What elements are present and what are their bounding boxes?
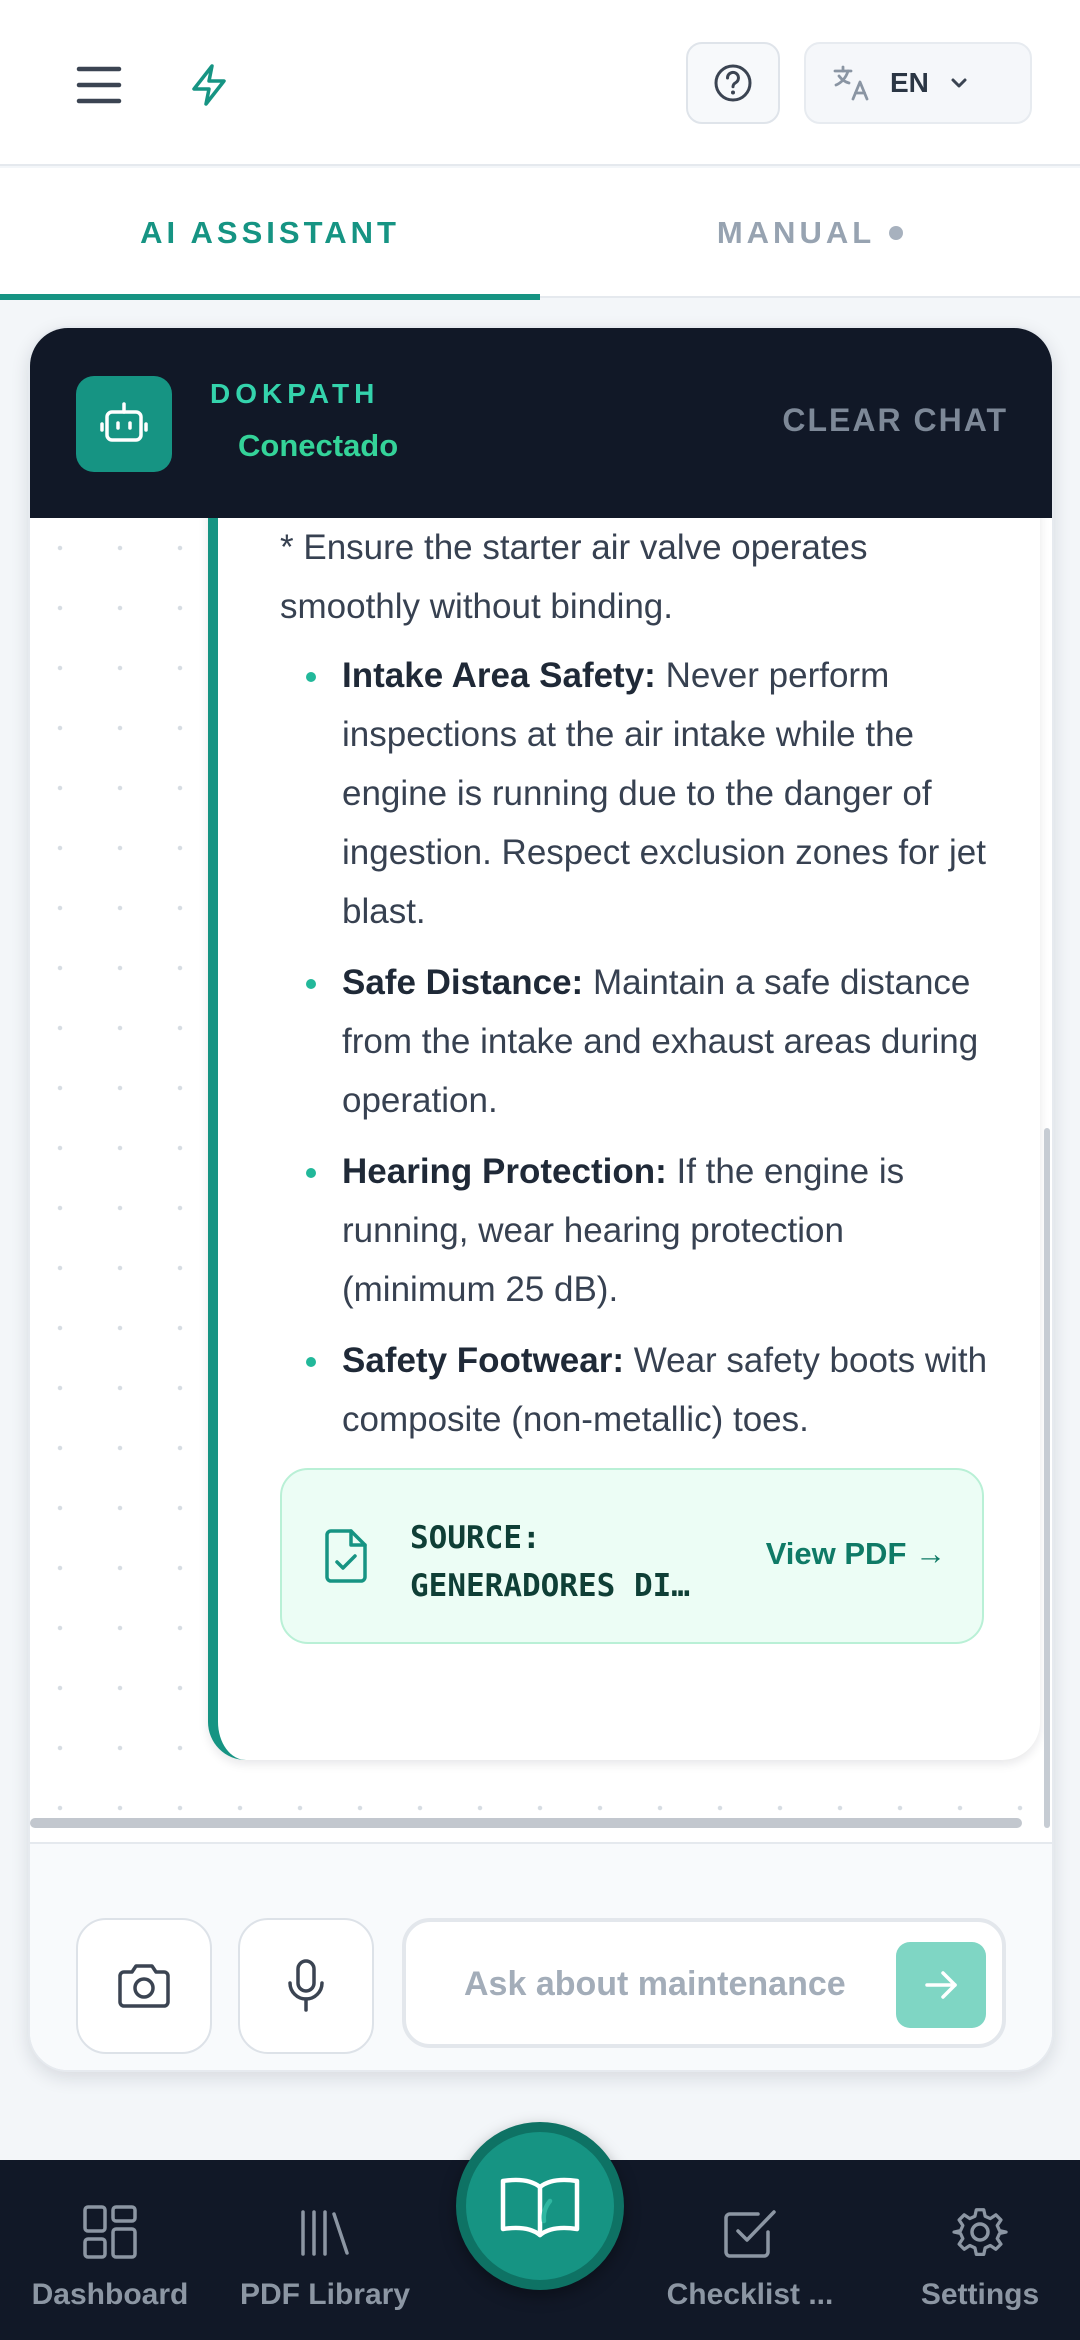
nav-settings[interactable]: Settings [900,2160,1060,2340]
message-composer [30,1842,1052,2070]
hamburger-menu-icon[interactable] [62,48,136,122]
assistant-message: * Ensure the starter air valve operates … [208,518,1040,1760]
list-item: Safety Footwear: Wear safety boots with … [280,1331,990,1449]
language-code: EN [890,67,929,98]
chat-header: DOKPATH Conectado CLEAR CHAT [30,328,1052,518]
document-check-icon [325,1529,367,1583]
chevron-down-icon [951,78,967,88]
help-button[interactable] [686,42,780,124]
tab-label: AI ASSISTANT [140,215,400,250]
view-tabs: AI ASSISTANT MANUAL [0,168,1080,300]
item-title: Hearing Protection: [342,1152,667,1191]
item-title: Safe Distance: [342,963,584,1002]
camera-button[interactable] [76,1918,212,2054]
source-document-name: GENERADORES DI… [410,1568,690,1604]
vertical-scrollbar[interactable] [1044,1128,1050,1828]
message-list: Intake Area Safety: Never perform inspec… [280,646,990,1449]
view-pdf-link[interactable]: View PDF → [766,1536,946,1572]
connection-status: Conectado [238,428,399,463]
lightning-bolt-icon[interactable] [172,48,246,122]
chat-input-wrapper [402,1918,1006,2048]
arrow-right-icon [925,1971,957,1999]
nav-label: Settings [920,2278,1040,2311]
chat-panel: DOKPATH Conectado CLEAR CHAT * Ensure th… [28,326,1054,2072]
microphone-icon [288,1959,324,2012]
source-label: SOURCE: GENERADORES DI… [410,1514,730,1610]
library-icon [301,2210,349,2256]
list-item: Intake Area Safety: Never perform inspec… [280,646,990,941]
nav-label: Checklist ... [666,2278,834,2311]
item-text: Never perform inspections at the air int… [342,656,986,931]
robot-icon [100,402,148,442]
camera-icon [118,1964,170,2008]
language-selector[interactable]: EN [804,42,1032,124]
checkbox-icon [724,2210,776,2258]
list-item: Hearing Protection: If the engine is run… [280,1142,990,1319]
item-title: Intake Area Safety: [342,656,656,695]
source-title: SOURCE: [410,1520,541,1556]
horizontal-scrollbar[interactable] [30,1818,1022,1828]
item-title: Safety Footwear: [342,1341,624,1380]
nav-pdf-library[interactable]: PDF Library [230,2160,420,2340]
tab-manual[interactable]: MANUAL [540,168,1080,298]
tab-indicator-dot [889,226,904,240]
tab-label: MANUAL [716,215,876,250]
nav-label: Dashboard [31,2278,189,2311]
clear-chat-button[interactable]: CLEAR CHAT [782,402,1008,439]
question-circle-icon [714,64,752,102]
nav-label: PDF Library [239,2278,411,2311]
list-item: Safe Distance: Maintain a safe distance … [280,953,990,1130]
gear-icon [952,2208,1008,2256]
nav-checklist[interactable]: Checklist ... [650,2160,850,2340]
translate-icon [833,65,869,101]
dashboard-grid-icon [83,2205,137,2259]
top-app-bar: EN [0,0,1080,166]
open-book-icon [500,2177,580,2238]
chat-messages[interactable]: * Ensure the starter air valve operates … [30,518,1052,1842]
bot-avatar [76,376,172,472]
chat-input[interactable] [464,1952,860,2016]
send-button[interactable] [896,1942,986,2028]
tab-ai-assistant[interactable]: AI ASSISTANT [0,168,540,300]
bot-name: DOKPATH [210,378,380,409]
source-reference: SOURCE: GENERADORES DI… View PDF → [280,1468,984,1644]
nav-dashboard[interactable]: Dashboard [20,2160,200,2340]
manual-book-button[interactable] [456,2122,624,2290]
message-intro: * Ensure the starter air valve operates … [280,528,868,626]
microphone-button[interactable] [238,1918,374,2054]
